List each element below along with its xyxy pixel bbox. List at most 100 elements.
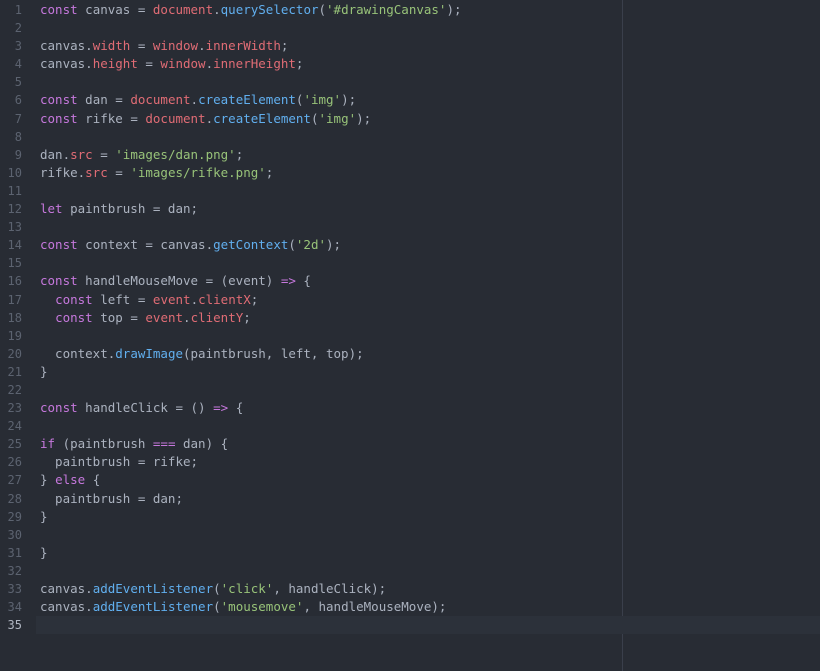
code-line[interactable]: canvas.width = window.innerWidth; bbox=[40, 37, 820, 55]
code-token: const bbox=[40, 273, 78, 289]
code-token: canvas. bbox=[40, 599, 93, 615]
code-token: context = canvas. bbox=[77, 237, 214, 253]
line-number: 14 bbox=[7, 238, 22, 253]
code-token: . bbox=[198, 38, 206, 54]
code-token: 'mousemove' bbox=[220, 599, 304, 615]
line-number: 16 bbox=[7, 274, 22, 289]
code-token: = bbox=[130, 38, 153, 54]
code-line[interactable] bbox=[40, 128, 820, 146]
code-token: === bbox=[152, 436, 176, 452]
code-token: 'img' bbox=[303, 92, 342, 108]
code-token: window bbox=[152, 38, 199, 54]
line-number: 20 bbox=[7, 346, 22, 361]
code-line[interactable]: } bbox=[40, 508, 820, 526]
line-number: 35 bbox=[7, 618, 22, 633]
code-token: clientY bbox=[190, 309, 244, 325]
code-line[interactable]: const rifke = document.createElement('im… bbox=[40, 110, 820, 128]
code-line[interactable]: canvas.addEventListener('mousemove', han… bbox=[40, 598, 820, 616]
code-line[interactable]: rifke.src = 'images/rifke.png'; bbox=[40, 164, 820, 182]
code-line[interactable] bbox=[40, 182, 820, 200]
code-token: '2d' bbox=[295, 237, 327, 253]
code-token: ; bbox=[265, 164, 274, 180]
line-number: 13 bbox=[7, 220, 22, 235]
code-lines[interactable]: const canvas = document.querySelector('#… bbox=[36, 0, 820, 635]
code-token: canvas. bbox=[40, 581, 93, 596]
code-line[interactable] bbox=[40, 562, 820, 580]
code-token: else bbox=[55, 472, 86, 488]
line-number: 19 bbox=[7, 328, 22, 343]
code-line[interactable]: paintbrush = dan; bbox=[40, 490, 820, 508]
code-token: ; bbox=[250, 291, 259, 307]
code-token: } bbox=[40, 544, 48, 560]
line-number: 29 bbox=[7, 509, 22, 524]
code-line[interactable]: dan.src = 'images/dan.png'; bbox=[40, 146, 820, 164]
code-line[interactable]: paintbrush = rifke; bbox=[40, 453, 820, 471]
code-line[interactable]: } bbox=[40, 544, 820, 562]
code-token: ; bbox=[243, 309, 251, 325]
code-token: = bbox=[92, 146, 116, 162]
code-token: ( bbox=[318, 2, 327, 17]
line-number: 23 bbox=[7, 401, 22, 416]
code-line[interactable]: canvas.height = window.innerHeight; bbox=[40, 55, 820, 73]
code-token: innerWidth bbox=[205, 38, 281, 54]
code-editor[interactable]: 1 2 3 4 5 6 7 8 9 10 11 12 13 14 15 16 17 18 19 20 21 22 23 24 2… bbox=[0, 0, 820, 671]
code-token: const bbox=[55, 309, 93, 325]
code-line[interactable]: const canvas = document.querySelector('#… bbox=[40, 1, 820, 19]
code-token: { bbox=[228, 400, 244, 416]
code-token: width bbox=[92, 38, 131, 54]
code-line[interactable]: const handleClick = () => { bbox=[40, 399, 820, 417]
code-token: createElement bbox=[198, 92, 296, 108]
code-token: { bbox=[295, 273, 311, 289]
code-token: = bbox=[107, 164, 131, 180]
code-line[interactable] bbox=[40, 73, 820, 91]
line-number: 22 bbox=[7, 382, 22, 397]
code-token: , handleClick); bbox=[273, 581, 387, 596]
code-token: top = bbox=[92, 309, 146, 325]
code-token: 'click' bbox=[220, 581, 274, 596]
code-line[interactable]: } else { bbox=[40, 471, 820, 489]
code-token: addEventListener bbox=[92, 581, 214, 596]
code-line[interactable]: const context = canvas.getContext('2d'); bbox=[40, 236, 820, 254]
code-token: canvas. bbox=[40, 38, 93, 54]
code-line[interactable] bbox=[40, 218, 820, 236]
code-line[interactable] bbox=[40, 19, 820, 37]
line-number: 5 bbox=[14, 75, 22, 90]
code-token: event bbox=[145, 309, 184, 325]
line-number: 31 bbox=[7, 545, 22, 560]
code-token: ( bbox=[213, 581, 221, 596]
code-line-current[interactable] bbox=[36, 616, 820, 635]
code-line[interactable]: const top = event.clientY; bbox=[40, 309, 820, 327]
code-line[interactable] bbox=[40, 254, 820, 272]
line-number: 24 bbox=[7, 419, 22, 434]
code-line[interactable] bbox=[40, 417, 820, 435]
code-token: document bbox=[130, 92, 191, 108]
line-number: 8 bbox=[14, 129, 22, 144]
code-line[interactable]: const left = event.clientX; bbox=[40, 291, 820, 309]
code-token: dan = bbox=[77, 92, 131, 108]
code-line[interactable]: context.drawImage(paintbrush, left, top)… bbox=[40, 345, 820, 363]
code-token: createElement bbox=[213, 110, 311, 126]
code-token: const bbox=[40, 237, 78, 253]
code-token: paintbrush = dan; bbox=[40, 490, 183, 506]
line-number: 26 bbox=[7, 455, 22, 470]
code-token: . bbox=[213, 2, 221, 17]
line-number: 25 bbox=[7, 437, 22, 452]
code-token: event bbox=[152, 291, 191, 307]
code-line[interactable]: let paintbrush = dan; bbox=[40, 200, 820, 218]
code-line[interactable] bbox=[40, 381, 820, 399]
code-line[interactable]: const handleMouseMove = (event) => { bbox=[40, 272, 820, 290]
code-area[interactable]: const canvas = document.querySelector('#… bbox=[36, 0, 820, 671]
code-token: const bbox=[55, 291, 93, 307]
code-line[interactable]: canvas.addEventListener('click', handleC… bbox=[40, 580, 820, 598]
code-line[interactable]: } bbox=[40, 363, 820, 381]
code-line[interactable]: const dan = document.createElement('img'… bbox=[40, 91, 820, 109]
code-line[interactable] bbox=[40, 526, 820, 544]
code-token: . bbox=[190, 291, 199, 307]
line-number: 27 bbox=[7, 473, 22, 488]
code-line[interactable] bbox=[40, 327, 820, 345]
code-line[interactable]: if (paintbrush === dan) { bbox=[40, 435, 820, 453]
code-token: = bbox=[137, 56, 161, 72]
line-number: 12 bbox=[7, 202, 22, 217]
